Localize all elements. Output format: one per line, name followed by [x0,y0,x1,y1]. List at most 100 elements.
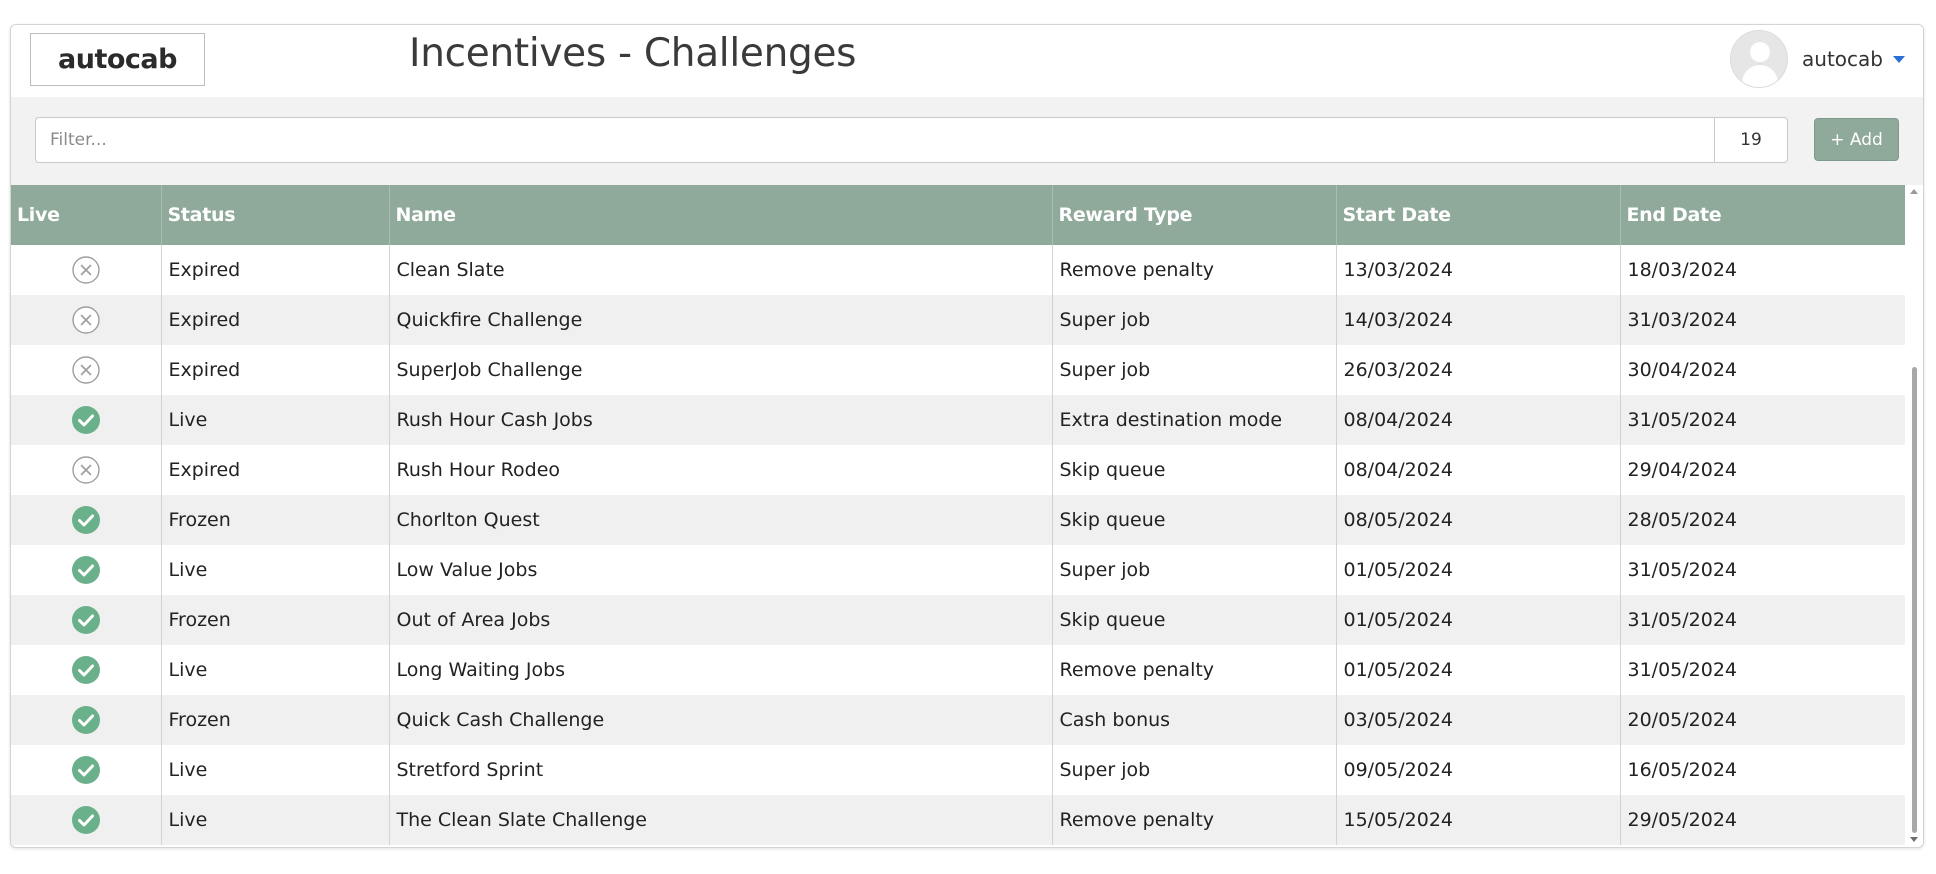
status-cell: Expired [161,295,390,345]
name-cell: Chorlton Quest [389,495,1053,545]
status-cell: Live [161,645,390,695]
live-cell [11,745,162,795]
scroll-down-arrow-icon[interactable] [1910,837,1918,842]
user-avatar-icon[interactable] [1730,30,1789,88]
scroll-up-arrow-icon[interactable] [1910,189,1918,194]
name-cell: Low Value Jobs [389,545,1053,595]
challenges-table-container: Live Status Name Reward Type Start Date … [11,185,1923,847]
name-cell: SuperJob Challenge [389,345,1053,395]
vertical-scrollbar[interactable] [1905,185,1923,847]
table-row[interactable]: Frozen Quick Cash Challenge Cash bonus 03/0… [11,695,1907,745]
status-cell: Expired [161,345,390,395]
table-row[interactable]: Frozen Out of Area Jobs Skip queue 01/05/20… [11,595,1907,645]
live-cell [11,345,162,395]
table-row[interactable]: Expired SuperJob Challenge Super job 26/03/… [11,345,1907,395]
live-cell [11,695,162,745]
name-cell: Out of Area Jobs [389,595,1053,645]
end-date-cell: 18/03/2024 [1627,259,1738,281]
name-cell: Rush Hour Cash Jobs [389,395,1053,445]
filter-input[interactable] [35,117,1715,163]
status-cell: Frozen [161,495,390,545]
check-circle-icon [71,406,100,434]
check-circle-icon [71,806,100,834]
column-header-status[interactable]: Status [161,185,390,245]
reward-type-cell: Remove penalty [1052,645,1337,695]
status-cell: Frozen [161,595,390,645]
status-cell: Expired [161,245,390,295]
page-title: Incentives - Challenges [409,31,857,76]
check-circle-icon [71,556,100,584]
column-header-start-date[interactable]: Start Date [1336,185,1621,245]
table-row[interactable]: Live Rush Hour Cash Jobs Extra destination… [11,395,1907,445]
logo-text: autocab [58,44,177,75]
status-cell: Live [161,545,390,595]
status-cell: Expired [161,445,390,495]
start-date-cell: 03/05/2024 [1336,695,1621,745]
x-circle-icon [72,306,100,334]
name-cell: Long Waiting Jobs [389,645,1053,695]
name-cell: Quickfire Challenge [389,295,1053,345]
reward-type-cell: Remove penalty [1052,795,1337,845]
reward-type-cell: Skip queue [1052,445,1337,495]
live-cell [11,445,162,495]
autocab-logo[interactable]: autocab [30,33,205,86]
live-cell [11,595,162,645]
column-header-end-date[interactable]: End Date [1620,185,1907,245]
start-date-cell: 01/05/2024 [1336,545,1621,595]
status-cell: Live [161,395,390,445]
table-row[interactable]: Live Low Value Jobs Super job 01/05/2024 31/… [11,545,1907,595]
name-cell: Rush Hour Rodeo [389,445,1053,495]
reward-type-cell: Remove penalty [1052,245,1337,295]
live-cell [11,495,162,545]
check-circle-icon [71,656,100,684]
live-cell [11,295,162,345]
live-cell [11,795,162,845]
reward-type-cell: Super job [1052,545,1337,595]
start-date-cell: 13/03/2024 [1336,245,1621,295]
table-row[interactable]: Expired Clean Slate Remove penalty 13/03/20… [11,245,1907,295]
table-header-row: Live Status Name Reward Type Start Date … [11,185,1907,245]
scroll-thumb[interactable] [1912,367,1917,833]
end-date-cell: 16/05/2024 [1627,759,1738,781]
live-cell [11,645,162,695]
start-date-cell: 08/05/2024 [1336,495,1621,545]
column-header-reward-type[interactable]: Reward Type [1052,185,1337,245]
challenges-panel: autocab Incentives - Challenges autocab … [10,24,1924,848]
start-date-cell: 08/04/2024 [1336,395,1621,445]
reward-type-cell: Skip queue [1052,495,1337,545]
column-header-live[interactable]: Live [11,185,162,245]
end-date-cell: 31/05/2024 [1627,559,1738,581]
live-cell [11,245,162,295]
table-row[interactable]: Live Stretford Sprint Super job 09/05/2024 1… [11,745,1907,795]
table-row[interactable]: Expired Rush Hour Rodeo Skip queue 08/04/20… [11,445,1907,495]
check-circle-icon [71,706,100,734]
table-row[interactable]: Live The Clean Slate Challenge Remove pena… [11,795,1907,845]
reward-type-cell: Super job [1052,745,1337,795]
username[interactable]: autocab [1802,47,1883,71]
start-date-cell: 09/05/2024 [1336,745,1621,795]
x-circle-icon [72,256,100,284]
table-row[interactable]: Live Long Waiting Jobs Remove penalty 01/05… [11,645,1907,695]
add-button[interactable]: + Add [1814,118,1899,161]
live-cell [11,545,162,595]
x-circle-icon [72,356,100,384]
start-date-cell: 26/03/2024 [1336,345,1621,395]
live-cell [11,395,162,445]
table-row[interactable]: Frozen Chorlton Quest Skip queue 08/05/2024… [11,495,1907,545]
user-menu[interactable]: autocab [1730,29,1905,89]
end-date-cell: 31/03/2024 [1627,309,1738,331]
reward-type-cell: Super job [1052,295,1337,345]
table-row[interactable]: Expired Quickfire Challenge Super job 14/03… [11,295,1907,345]
column-header-name[interactable]: Name [389,185,1053,245]
name-cell: The Clean Slate Challenge [389,795,1053,845]
check-circle-icon [71,606,100,634]
name-cell: Clean Slate [389,245,1053,295]
end-date-cell: 30/04/2024 [1627,359,1738,381]
reward-type-cell: Skip queue [1052,595,1337,645]
caret-down-icon[interactable] [1893,55,1905,63]
end-date-cell: 29/04/2024 [1627,459,1738,481]
start-date-cell: 01/05/2024 [1336,595,1621,645]
reward-type-cell: Super job [1052,345,1337,395]
start-date-cell: 01/05/2024 [1336,645,1621,695]
table-body: Expired Clean Slate Remove penalty 13/03/20… [11,245,1907,845]
